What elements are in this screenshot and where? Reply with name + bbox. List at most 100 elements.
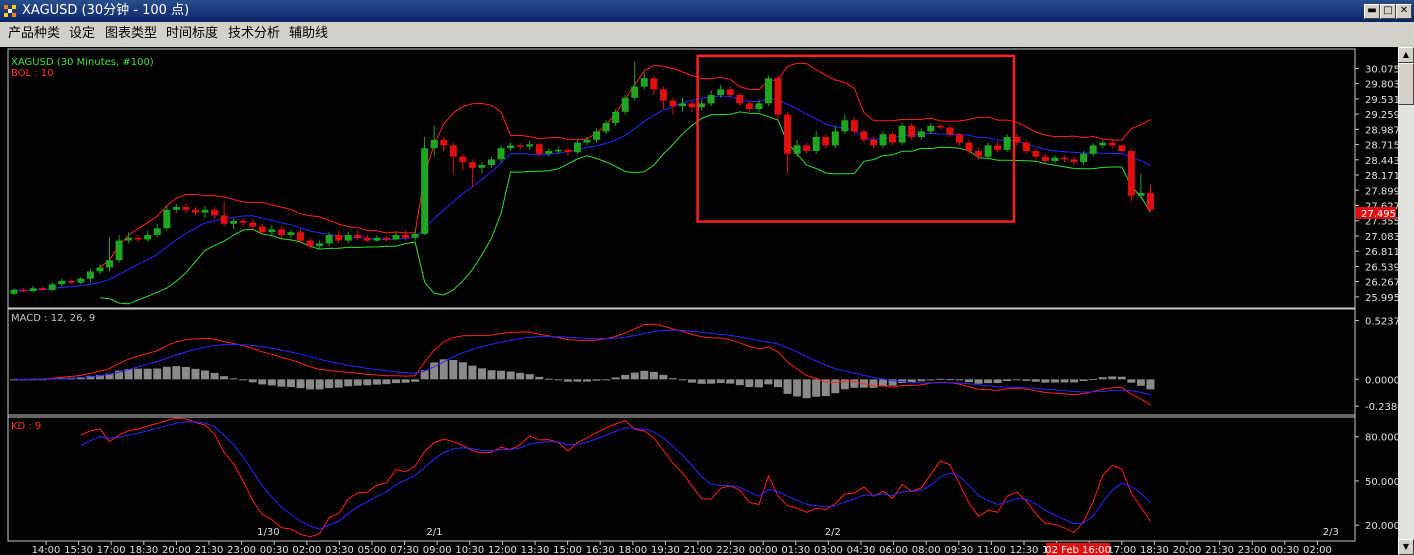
macd-histogram-bar xyxy=(487,370,496,380)
pane-frame xyxy=(7,48,1356,310)
window-title: XAGUSD (30分钟 - 100 点) xyxy=(22,3,190,18)
macd-histogram-bar xyxy=(1031,379,1040,382)
candle-body xyxy=(115,240,123,261)
time-tick-label: 20:00 xyxy=(162,545,191,555)
macd-histogram-bar xyxy=(726,379,735,384)
vertical-scrollbar[interactable]: ▲ ▼ xyxy=(1398,47,1414,555)
time-tick-label: 01:30 xyxy=(781,545,810,555)
chart-area[interactable]: 30.075 29.803 29.531 29.259 28.987 28.715 28.4… xyxy=(0,47,1398,555)
macd-histogram-bar xyxy=(392,379,400,384)
time-tick-label: 07:30 xyxy=(390,545,419,555)
macd-histogram-bar xyxy=(1041,379,1050,383)
candle-body xyxy=(1080,153,1088,163)
time-tick-label: 02:00 xyxy=(292,545,321,555)
macd-histogram-bar xyxy=(583,379,591,382)
macd-histogram-bar xyxy=(248,379,257,383)
macd-histogram-bar xyxy=(372,379,381,385)
kd-k-line xyxy=(80,417,1151,538)
menu-item-time-scale[interactable]: 时间标度 xyxy=(166,26,218,42)
macd-histogram-bar xyxy=(668,378,677,380)
candle-body xyxy=(631,86,639,98)
time-tick-label: 02:00 xyxy=(1303,545,1332,555)
candle-body xyxy=(373,237,381,241)
kd-d-line xyxy=(80,421,1151,530)
macd-histogram-bar xyxy=(363,379,372,386)
candle-body xyxy=(488,159,495,165)
candle-body xyxy=(77,278,85,283)
macd-histogram-bar xyxy=(936,378,945,380)
candle-body xyxy=(554,149,562,152)
macd-histogram-bar xyxy=(640,370,649,380)
candle-body xyxy=(927,125,935,132)
candle-body xyxy=(659,89,667,101)
scroll-thumb[interactable] xyxy=(1398,63,1414,105)
candle-body xyxy=(144,235,152,240)
macd-dif-line xyxy=(13,323,1151,406)
time-tick-label: 15:30 xyxy=(64,545,93,555)
macd-histogram-bar xyxy=(630,372,639,380)
candle-body xyxy=(153,228,161,235)
menu-item-product[interactable]: 产品种类 xyxy=(8,26,60,42)
close-button[interactable]: ✕ xyxy=(1396,4,1412,19)
macd-histogram-bar xyxy=(1060,379,1069,383)
time-tick-label: 21:00 xyxy=(684,545,713,555)
macd-histogram-bar xyxy=(774,379,782,388)
candle-body xyxy=(10,289,18,294)
candle-body xyxy=(125,237,133,241)
macd-histogram-bar xyxy=(525,374,534,380)
kd-indicator-label: KD : 9 xyxy=(11,421,41,432)
price-tick-label: 28.171 xyxy=(1365,171,1398,182)
candle-body xyxy=(316,243,324,247)
macd-histogram-bar xyxy=(1022,379,1031,381)
candle-body xyxy=(621,97,629,112)
candle-body xyxy=(745,103,753,109)
candle-body xyxy=(239,221,247,223)
scroll-down-arrow-icon[interactable]: ▼ xyxy=(1398,539,1414,555)
menu-item-settings[interactable]: 设定 xyxy=(69,26,95,42)
menu-item-drawing-lines[interactable]: 辅助线 xyxy=(289,26,328,42)
candle-body xyxy=(602,123,610,132)
candle-body xyxy=(593,131,601,140)
time-tick-label: 23:00 xyxy=(1238,545,1267,555)
macd-histogram-bar xyxy=(716,379,725,384)
minimize-button[interactable]: ▬ xyxy=(1364,4,1380,19)
maximize-button[interactable]: □ xyxy=(1380,4,1396,19)
candle-body xyxy=(421,148,429,234)
time-tick-label: 06:00 xyxy=(879,545,908,555)
macd-histogram-bar xyxy=(191,368,200,380)
macd-histogram-bar xyxy=(1136,379,1145,386)
candle-body xyxy=(698,103,706,108)
candle-body xyxy=(430,139,438,149)
scroll-up-arrow-icon[interactable]: ▲ xyxy=(1398,47,1414,63)
menu-item-technical-analysis[interactable]: 技术分析 xyxy=(228,26,280,42)
candle-body xyxy=(249,222,257,227)
candle-body xyxy=(688,103,696,108)
price-tick-label: 29.803 xyxy=(1365,80,1398,91)
macd-histogram-bar xyxy=(162,366,171,380)
macd-histogram-bar xyxy=(296,379,305,389)
candle-body xyxy=(717,89,725,95)
current-price-label: 27.495 xyxy=(1361,209,1396,220)
time-tick-label: 18:30 xyxy=(1140,545,1169,555)
candle-body xyxy=(583,139,591,143)
candle-body xyxy=(955,134,963,143)
candle-body xyxy=(96,267,104,272)
candle-body xyxy=(841,120,849,132)
candle-body xyxy=(908,125,916,137)
candle-body xyxy=(507,145,515,149)
macd-histogram-bar xyxy=(850,379,859,388)
macd-histogram-bar xyxy=(793,379,802,397)
chart-canvas[interactable]: 30.075 29.803 29.531 29.259 28.987 28.715 28.4… xyxy=(0,47,1398,555)
macd-histogram-bar xyxy=(535,376,544,380)
candle-body xyxy=(975,151,983,157)
candle-body xyxy=(965,142,973,151)
macd-histogram-bar xyxy=(544,378,553,380)
macd-histogram-bar xyxy=(1146,379,1155,390)
kd-tick-label: 50.000 xyxy=(1365,477,1398,488)
menu-item-chart-type[interactable]: 图表类型 xyxy=(105,26,157,42)
candle-body xyxy=(898,125,906,143)
current-time-label: 02 Feb 16:00 xyxy=(1045,545,1111,555)
candle-body xyxy=(172,207,180,210)
macd-histogram-bar xyxy=(688,379,697,383)
macd-histogram-bar xyxy=(1003,379,1012,382)
